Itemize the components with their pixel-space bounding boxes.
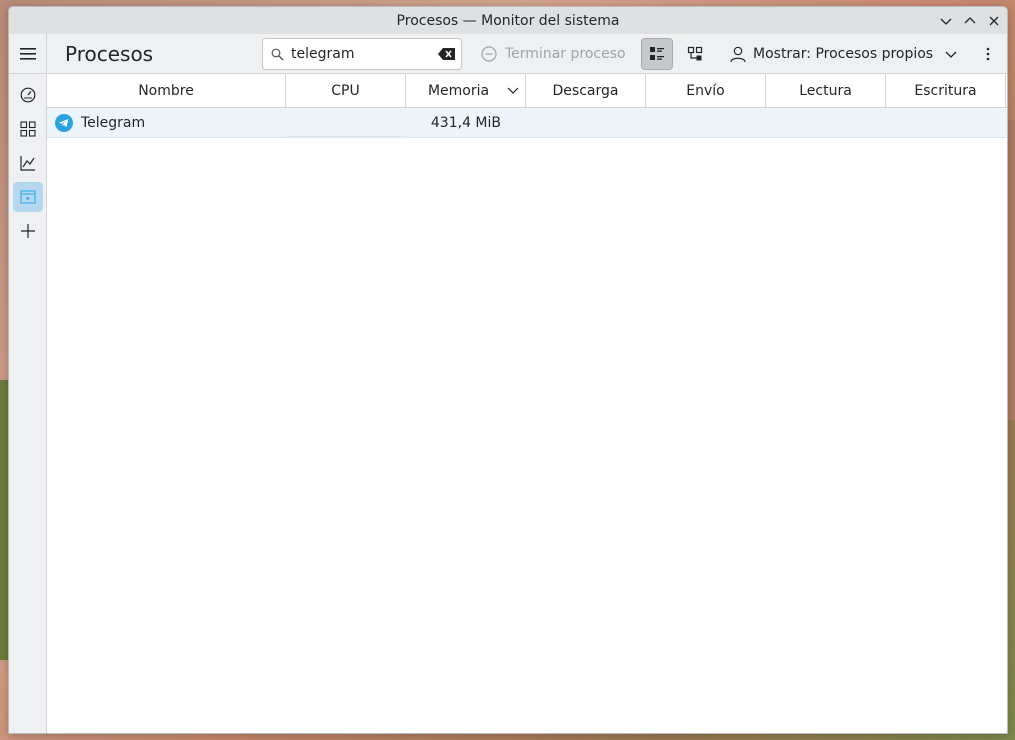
table-row[interactable]: Telegram 431,4 MiB <box>47 108 1007 138</box>
sidebar-item-add-page[interactable] <box>13 216 43 246</box>
chevron-up-icon <box>964 16 976 23</box>
search-input[interactable]: telegram <box>291 46 431 62</box>
minus-circle-icon <box>481 46 497 62</box>
hamburger-icon <box>19 47 36 60</box>
cell-read <box>766 108 886 138</box>
sort-descending-icon <box>507 87 519 94</box>
app-window: Procesos — Monitor del sistema Procesos <box>8 6 1008 734</box>
cell-download <box>526 108 646 138</box>
cell-cpu <box>286 108 406 138</box>
column-header-download[interactable]: Descarga <box>526 74 646 107</box>
column-header-read[interactable]: Lectura <box>766 74 886 107</box>
speedometer-icon <box>20 87 35 103</box>
window-title: Procesos — Monitor del sistema <box>396 12 620 29</box>
title-bar[interactable]: Procesos — Monitor del sistema <box>9 7 1007 34</box>
sidebar <box>9 74 47 733</box>
plus-icon <box>20 224 35 238</box>
minimize-button[interactable] <box>937 12 955 30</box>
apps-grid-icon <box>19 121 36 137</box>
table-header: Nombre CPU Memoria Descarga Envío Lectur… <box>47 74 1007 108</box>
close-button[interactable] <box>985 12 1003 30</box>
sidebar-item-processes[interactable] <box>12 182 43 212</box>
column-header-memory[interactable]: Memoria <box>406 74 526 107</box>
sidebar-item-applications[interactable] <box>13 114 43 144</box>
cell-upload <box>646 108 766 138</box>
page-title: Procesos <box>65 41 154 66</box>
column-header-cpu[interactable]: CPU <box>286 74 406 107</box>
cell-memory: 431,4 MiB <box>430 114 501 131</box>
column-header-upload[interactable]: Envío <box>646 74 766 107</box>
tree-view-icon <box>687 46 703 61</box>
clear-search-button[interactable] <box>431 48 461 60</box>
show-filter-dropdown[interactable]: Mostrar: Procesos propios <box>726 38 961 70</box>
more-options-button[interactable] <box>975 38 1001 70</box>
tree-view-button[interactable] <box>679 38 711 70</box>
show-filter-label: Mostrar: Procesos propios <box>753 46 934 62</box>
terminate-process-button[interactable]: Terminar proceso <box>475 38 632 70</box>
terminate-process-label: Terminar proceso <box>505 46 626 62</box>
chevron-down-icon <box>945 51 957 58</box>
toolbar: Procesos telegram Terminar proceso Mostr… <box>9 33 1007 74</box>
list-view-button[interactable] <box>641 38 673 70</box>
column-header-write[interactable]: Escritura <box>886 74 1006 107</box>
search-icon <box>263 48 291 61</box>
process-table: Nombre CPU Memoria Descarga Envío Lectur… <box>47 74 1007 733</box>
sidebar-item-history[interactable] <box>13 148 43 178</box>
cell-write <box>886 108 1006 138</box>
close-icon <box>989 16 999 25</box>
sidebar-item-overview[interactable] <box>13 80 43 110</box>
chevron-down-icon <box>940 18 952 25</box>
backspace-icon <box>437 48 455 60</box>
search-field[interactable]: telegram <box>262 38 462 70</box>
column-header-name[interactable]: Nombre <box>47 74 286 107</box>
user-icon <box>730 46 746 62</box>
list-view-icon <box>650 47 664 60</box>
telegram-icon <box>55 113 73 132</box>
kebab-menu-icon <box>986 47 990 61</box>
chart-icon <box>19 156 35 171</box>
maximize-button[interactable] <box>961 12 979 30</box>
window-play-icon <box>19 190 36 204</box>
menu-button[interactable] <box>9 33 47 74</box>
cell-name: Telegram <box>47 108 286 138</box>
cpu-usage-bar <box>286 135 406 138</box>
